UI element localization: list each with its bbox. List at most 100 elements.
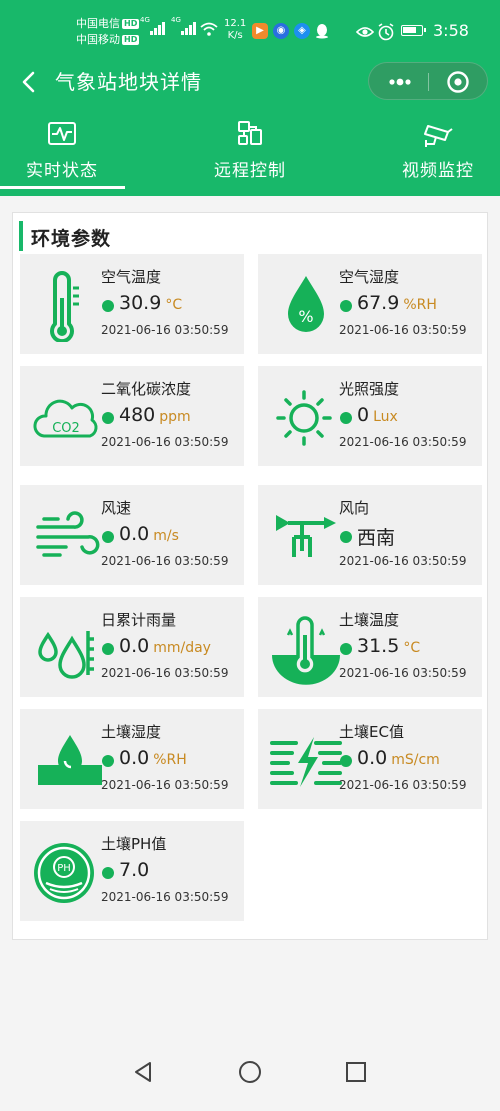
status-dot: [340, 531, 352, 543]
status-time: 3:58: [433, 21, 469, 40]
status-dot: [102, 643, 114, 655]
mini-program-capsule: [368, 62, 488, 100]
status-dot: [340, 755, 352, 767]
sensor-timestamp: 2021-06-16 03:50:59: [101, 554, 229, 568]
status-dot: [102, 300, 114, 312]
sensor-value: 0.0 mS/cm: [357, 747, 440, 769]
humidity-drop-icon: %: [288, 276, 324, 332]
co2-cloud-icon: CO2: [33, 399, 98, 438]
system-nav-bar: [0, 960, 500, 1111]
page-title: 气象站地块详情: [55, 70, 202, 94]
ph-label: PH: [57, 863, 71, 874]
sensor-unit: Lux: [373, 409, 398, 425]
sensor-timestamp: 2021-06-16 03:50:59: [101, 890, 229, 904]
sensor-card-air-temperature[interactable]: 空气温度 30.9 °C 2021-06-16 03:50:59: [20, 254, 244, 354]
active-tab-indicator: [0, 186, 125, 189]
hd-badge: HD: [122, 35, 140, 45]
close-mini-program-icon[interactable]: [446, 70, 470, 94]
signal-icon: 4G: [171, 16, 196, 35]
capsule-divider: [428, 73, 429, 91]
sensor-value: 0.0 m/s: [119, 523, 179, 545]
co2-label: CO2: [52, 421, 80, 436]
sensor-card-air-humidity[interactable]: % 空气湿度 67.9 %RH 2021-06-16 03:50:59: [258, 254, 482, 354]
sensor-card-soil-humidity[interactable]: 土壤湿度 0.0 %RH 2021-06-16 03:50:59: [20, 709, 244, 809]
remote-control-icon: [238, 121, 262, 145]
app-notification-icon: ◉: [273, 23, 289, 39]
sensor-name: 风速: [101, 499, 132, 517]
carrier-info: 中国电信 HD 中国移动 HD: [76, 16, 140, 48]
tab-video-monitor[interactable]: 视频监控: [368, 120, 500, 190]
status-dot: [102, 755, 114, 767]
sensor-card-wind-speed[interactable]: 风速 0.0 m/s 2021-06-16 03:50:59: [20, 485, 244, 585]
alarm-icon: [378, 23, 394, 41]
sensor-unit: ppm: [159, 409, 191, 425]
status-dot: [340, 412, 352, 424]
carrier-2: 中国移动: [76, 33, 120, 46]
sensor-card-co2[interactable]: CO2 二氧化碳浓度 480 ppm 2021-06-16 03:50:59: [20, 366, 244, 466]
sensor-timestamp: 2021-06-16 03:50:59: [101, 666, 229, 680]
sensor-timestamp: 2021-06-16 03:50:59: [101, 778, 229, 792]
tab-label: 远程控制: [214, 161, 286, 181]
environment-panel: 环境参数 空气温度 30.9 °C 2021-06-16 03:50:59 % 空…: [12, 212, 488, 940]
app-header: 中国电信 HD 中国移动 HD 4G 4G 12.1 K/s ▶ ◉ ◈ 3:5…: [0, 0, 500, 196]
sensor-value: 7.0: [119, 859, 150, 881]
sensor-card-soil-ph[interactable]: PH 土壤PH值 7.0 2021-06-16 03:50:59: [20, 821, 244, 921]
status-dot: [340, 300, 352, 312]
sensor-timestamp: 2021-06-16 03:50:59: [101, 323, 229, 337]
sensor-timestamp: 2021-06-16 03:50:59: [339, 435, 467, 449]
sensor-card-wind-direction[interactable]: 风向 西南 2021-06-16 03:50:59: [258, 485, 482, 585]
home-circle-icon[interactable]: [238, 1060, 262, 1084]
status-dot: [340, 643, 352, 655]
tab-bar: 实时状态 远程控制 视频监控: [0, 120, 500, 196]
back-arrow-icon[interactable]: [18, 68, 42, 96]
sensor-unit: °C: [165, 297, 183, 313]
sensor-card-light[interactable]: 光照强度 0 Lux 2021-06-16 03:50:59: [258, 366, 482, 466]
monitor-wave-icon: [48, 122, 76, 145]
signal-icon: 4G: [140, 16, 165, 35]
sensor-timestamp: 2021-06-16 03:50:59: [339, 554, 467, 568]
sensor-unit: %RH: [403, 297, 437, 313]
more-icon[interactable]: [387, 71, 413, 93]
sensor-unit: m/s: [153, 528, 179, 544]
sensor-unit: mS/cm: [391, 752, 440, 768]
sensor-name: 日累计雨量: [101, 611, 177, 629]
sensor-timestamp: 2021-06-16 03:50:59: [339, 666, 467, 680]
sensor-timestamp: 2021-06-16 03:50:59: [339, 323, 467, 337]
tab-label: 视频监控: [402, 161, 474, 181]
eye-icon: [356, 27, 374, 37]
sensor-value: 67.9 %RH: [357, 292, 437, 314]
app-notification-icon: ◈: [294, 23, 310, 39]
status-bar: 中国电信 HD 中国移动 HD 4G 4G 12.1 K/s ▶ ◉ ◈ 3:5…: [0, 12, 500, 52]
sensor-name: 土壤温度: [339, 611, 400, 629]
network-speed: 12.1 K/s: [224, 18, 247, 41]
sensor-name: 空气温度: [101, 268, 162, 286]
app-notification-icon: ▶: [252, 23, 268, 39]
battery-icon: [401, 25, 426, 36]
thermometer-icon: [50, 271, 79, 342]
soil-ec-icon: [270, 737, 342, 787]
sensor-value: 0.0 %RH: [119, 747, 187, 769]
sensor-card-daily-rainfall[interactable]: 日累计雨量 0.0 mm/day 2021-06-16 03:50:59: [20, 597, 244, 697]
recent-apps-icon[interactable]: [345, 1060, 367, 1084]
sensor-name: 风向: [339, 499, 370, 517]
sensor-value: 0 Lux: [357, 404, 398, 426]
cctv-camera-icon: [424, 125, 453, 147]
back-triangle-icon[interactable]: [132, 1060, 154, 1084]
sensor-card-soil-temperature[interactable]: 土壤温度 31.5 °C 2021-06-16 03:50:59: [258, 597, 482, 697]
network-type: 4G: [140, 16, 150, 24]
sensor-unit: %RH: [153, 752, 187, 768]
tab-realtime-status[interactable]: 实时状态: [0, 120, 132, 190]
carrier-1: 中国电信: [76, 17, 120, 30]
sensor-timestamp: 2021-06-16 03:50:59: [339, 778, 467, 792]
hd-badge: HD: [122, 19, 140, 29]
sensor-card-soil-ec[interactable]: 土壤EC值 0.0 mS/cm 2021-06-16 03:50:59: [258, 709, 482, 809]
section-accent-bar: [19, 221, 23, 251]
tab-remote-control[interactable]: 远程控制: [180, 120, 320, 190]
sensor-value: 480 ppm: [119, 404, 191, 426]
qq-icon: [316, 24, 328, 39]
sensor-name: 空气湿度: [339, 268, 400, 286]
section-title: 环境参数: [31, 228, 112, 250]
sensor-unit: mm/day: [153, 640, 211, 656]
sensor-timestamp: 2021-06-16 03:50:59: [101, 435, 229, 449]
wifi-icon: [200, 22, 218, 36]
